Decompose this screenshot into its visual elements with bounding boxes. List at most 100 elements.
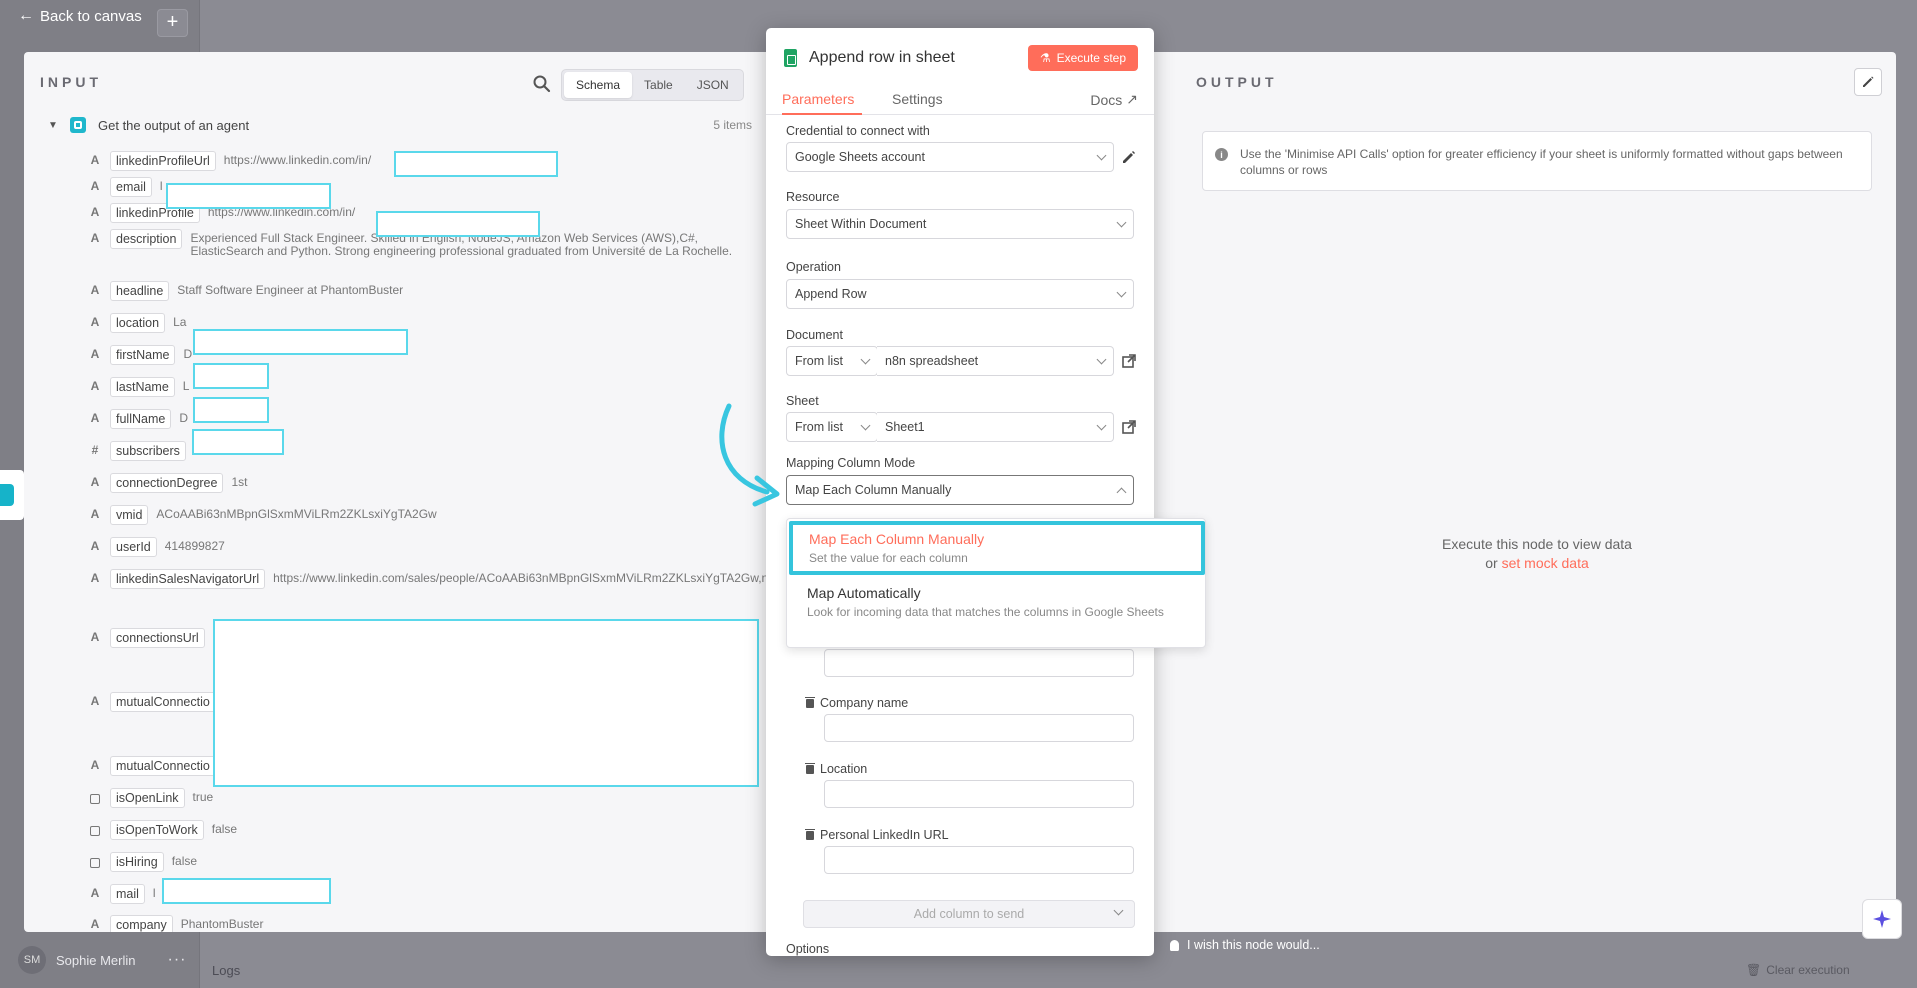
tab-settings[interactable]: Settings <box>892 91 943 107</box>
schema-field[interactable]: A lastName L <box>88 377 748 397</box>
string-type-icon: A <box>90 153 100 167</box>
schema-field[interactable]: A userId 414899827 <box>88 537 748 557</box>
schema-field[interactable]: A fullName D <box>88 409 748 429</box>
chevron-up-icon <box>1116 487 1127 497</box>
input-node-header[interactable]: ▼ Get the output of an agent 5 items <box>48 117 752 133</box>
column-input[interactable] <box>824 649 1134 677</box>
tab-parameters[interactable]: Parameters <box>782 91 854 107</box>
tab-schema[interactable]: Schema <box>564 72 633 98</box>
mapping-mode-select[interactable]: Map Each Column Manually <box>786 475 1134 505</box>
field-key[interactable]: linkedinProfileUrl <box>110 151 216 171</box>
schema-field[interactable]: isHiring false <box>88 852 748 872</box>
field-key[interactable]: connectionDegree <box>110 473 224 493</box>
string-type-icon: A <box>90 283 100 297</box>
schema-field[interactable]: isOpenToWork false <box>88 820 748 840</box>
schema-field[interactable]: A company PhantomBuster <box>88 915 748 932</box>
resource-select[interactable]: Sheet Within Document <box>786 209 1134 239</box>
schema-field[interactable]: isOpenLink true <box>88 788 748 808</box>
feedback-link[interactable]: I wish this node would... <box>1170 938 1320 952</box>
field-key[interactable]: headline <box>110 281 170 301</box>
field-key[interactable]: vmid <box>110 505 149 525</box>
field-key[interactable]: subscribers <box>110 441 186 461</box>
trash-icon[interactable] <box>805 828 815 840</box>
user-menu[interactable]: SM Sophie Merlin ··· <box>18 946 186 974</box>
field-key[interactable]: lastName <box>110 377 175 397</box>
column-label: Location <box>805 762 868 776</box>
ai-assistant-button[interactable] <box>1862 899 1902 939</box>
column-name: Location <box>820 762 868 776</box>
personal-linkedin-url-input[interactable] <box>824 846 1134 874</box>
schema-field[interactable]: A connectionDegree 1st <box>88 473 748 493</box>
field-value: false <box>171 854 198 868</box>
option-map-manually[interactable]: Map Each Column Manually Set the value f… <box>789 521 1205 575</box>
field-key[interactable]: email <box>110 177 152 197</box>
field-key[interactable]: company <box>110 915 173 932</box>
number-type-icon: # <box>91 443 99 457</box>
trash-icon[interactable] <box>805 696 815 708</box>
operation-label: Operation <box>786 260 841 274</box>
field-key[interactable]: linkedinSalesNavigatorUrl <box>110 569 266 589</box>
field-value: La <box>173 315 187 329</box>
field-key[interactable]: mail <box>110 884 145 904</box>
trash-icon[interactable] <box>805 762 815 774</box>
sheet-mode-select[interactable]: From list <box>786 412 878 442</box>
schema-field[interactable]: A headline Staff Software Engineer at Ph… <box>88 281 748 301</box>
mapping-mode-value: Map Each Column Manually <box>795 483 952 497</box>
set-mock-data-link[interactable]: set mock data <box>1502 555 1589 571</box>
logs-label[interactable]: Logs <box>212 963 240 978</box>
string-type-icon: A <box>90 347 100 361</box>
add-node-button[interactable]: + <box>157 9 188 37</box>
sheet-select[interactable]: Sheet1 <box>877 412 1114 442</box>
field-key[interactable]: mutualConnectio <box>110 756 216 776</box>
field-key[interactable]: description <box>110 229 183 249</box>
back-to-canvas-link[interactable]: ← Back to canvas <box>18 7 142 25</box>
field-key[interactable]: firstName <box>110 345 176 365</box>
schema-field[interactable]: A location La <box>88 313 748 333</box>
field-key[interactable]: location <box>110 313 166 333</box>
execute-step-label: Execute step <box>1056 51 1126 65</box>
field-key[interactable]: fullName <box>110 409 172 429</box>
node-title[interactable]: Append row in sheet <box>809 49 1028 67</box>
field-value: Staff Software Engineer at PhantomBuster <box>177 283 404 297</box>
chevron-down-icon[interactable]: ▼ <box>48 120 58 131</box>
document-mode-select[interactable]: From list <box>786 346 878 376</box>
credential-select[interactable]: Google Sheets account <box>786 142 1114 172</box>
option-description: Set the value for each column <box>809 551 968 565</box>
company-name-input[interactable] <box>824 714 1134 742</box>
external-link-icon[interactable] <box>1120 418 1138 436</box>
edit-output-button[interactable] <box>1854 68 1882 96</box>
add-column-select[interactable]: Add column to send <box>803 900 1135 928</box>
schema-field[interactable]: A linkedinSalesNavigatorUrl https://www.… <box>88 569 792 589</box>
schema-field[interactable]: A firstName D <box>88 345 748 365</box>
field-key[interactable]: isOpenToWork <box>110 820 204 840</box>
field-key[interactable]: mutualConnectio <box>110 692 216 712</box>
option-map-automatically[interactable]: Map Automatically Look for incoming data… <box>789 577 1205 629</box>
string-type-icon: A <box>90 507 100 521</box>
string-type-icon: A <box>90 694 100 708</box>
tab-json[interactable]: JSON <box>685 72 741 98</box>
clear-execution-button[interactable]: 🗑 Clear execution <box>1746 963 1850 977</box>
redaction-box <box>193 329 408 355</box>
field-key[interactable]: userId <box>110 537 157 557</box>
string-type-icon: A <box>90 571 100 585</box>
schema-field[interactable]: # subscribers 201 <box>88 441 748 461</box>
location-input[interactable] <box>824 780 1134 808</box>
pencil-icon[interactable] <box>1120 148 1138 166</box>
search-icon[interactable] <box>531 73 553 95</box>
schema-field[interactable]: A vmid ACoAABi63nMBpnGlSxmMViLRm2ZKLsxiY… <box>88 505 748 525</box>
sparkle-icon <box>1873 910 1891 928</box>
external-link-icon[interactable] <box>1120 352 1138 370</box>
redaction-box <box>166 183 331 209</box>
docs-link[interactable]: Docs ↗ <box>1090 91 1138 108</box>
field-value: D <box>179 411 188 425</box>
field-key[interactable]: isHiring <box>110 852 164 872</box>
document-select[interactable]: n8n spreadsheet <box>877 346 1114 376</box>
field-key[interactable]: connectionsUrl <box>110 628 205 648</box>
docs-label: Docs <box>1090 91 1123 108</box>
more-icon[interactable]: ··· <box>168 951 187 969</box>
field-key[interactable]: isOpenLink <box>110 788 185 808</box>
string-type-icon: A <box>90 379 100 393</box>
execute-step-button[interactable]: ⚗ Execute step <box>1027 45 1138 71</box>
tab-table[interactable]: Table <box>632 72 685 98</box>
operation-select[interactable]: Append Row <box>786 279 1134 309</box>
